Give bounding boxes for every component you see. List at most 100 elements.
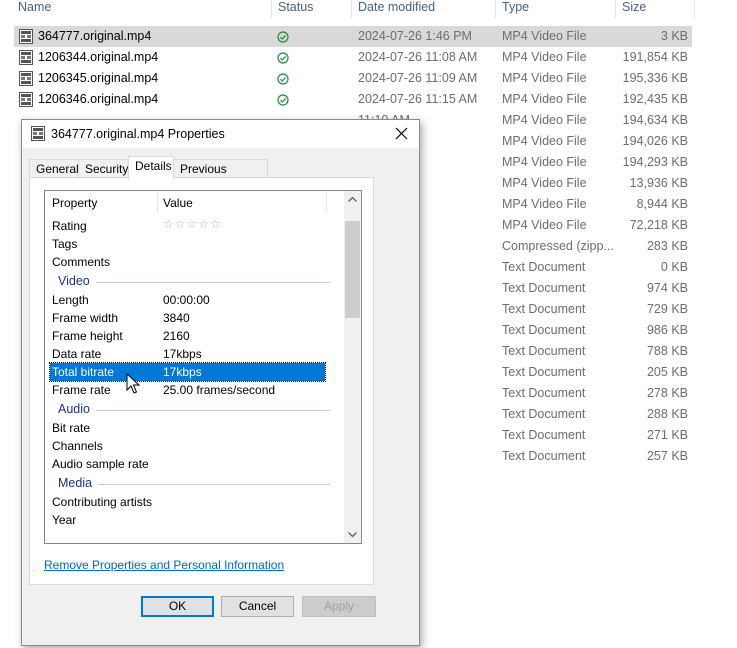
property-value: 17kbps [163,347,202,361]
cancel-button[interactable]: Cancel [221,596,294,617]
file-type: Text Document [502,344,586,358]
column-status[interactable]: Status [278,0,313,14]
apply-button[interactable]: Apply [302,596,376,617]
file-type: Text Document [502,428,586,442]
file-row[interactable]: 1206344.original.mp4 2024-07-26 11:08 AM M… [14,47,692,68]
sync-ok-icon [277,52,289,64]
video-file-icon [19,71,33,86]
property-value: 3840 [163,311,190,325]
property-row[interactable]: Frame height 2160 [50,327,325,345]
property-row[interactable]: Contributing artists [50,493,325,511]
file-type: MP4 Video File [502,29,587,43]
group-label: Audio [58,402,90,416]
file-type: Text Document [502,386,586,400]
property-row[interactable]: Channels [50,437,325,455]
file-type: MP4 Video File [502,71,587,85]
column-divider[interactable] [615,0,616,18]
property-row[interactable]: Total bitrate 17kbps [49,362,326,382]
column-divider[interactable] [271,0,272,18]
header-value[interactable]: Value [163,196,193,210]
file-type: MP4 Video File [502,197,587,211]
property-row[interactable]: Frame rate 25.00 frames/second [50,381,325,399]
column-type[interactable]: Type [502,0,529,14]
file-row[interactable]: 1206345.original.mp4 2024-07-26 11:09 AM M… [14,68,692,89]
file-size: 8,944 KB [636,197,688,211]
rating-stars[interactable]: ☆☆☆☆☆ [163,217,222,231]
tab-previous-versions[interactable]: Previous Versions [173,159,268,194]
property-name: Contributing artists [52,495,153,509]
file-name: 364777.original.mp4 [38,29,152,43]
property-value: 00:00:00 [163,293,210,307]
remove-properties-link[interactable]: Remove Properties and Personal Informati… [44,558,284,572]
column-divider[interactable] [326,193,327,213]
property-list[interactable]: Property Value Rating ☆☆☆☆☆ Tags Comments Vi… [44,190,362,544]
column-divider[interactable] [351,0,352,18]
dialog-title: 364777.original.mp4 Properties [51,127,225,141]
file-type: Text Document [502,260,586,274]
property-row[interactable]: Frame width 3840 [50,309,325,327]
scrollbar-thumb[interactable] [345,221,360,318]
file-type: MP4 Video File [502,155,587,169]
file-type: MP4 Video File [502,92,587,106]
file-size: 205 KB [646,365,688,379]
property-row[interactable]: Year [50,511,325,529]
dialog-titlebar[interactable]: 364777.original.mp4 Properties [22,120,419,148]
tab-details[interactable]: Details [128,156,174,179]
scroll-up-icon[interactable] [344,191,361,208]
property-row[interactable]: Audio sample rate [50,455,325,473]
file-size: 788 KB [646,344,688,358]
file-size: 729 KB [646,302,688,316]
file-size: 194,293 KB [622,155,688,169]
file-size: 195,336 KB [622,71,688,85]
file-type: Text Document [502,449,586,463]
property-row[interactable]: Data rate 17kbps [50,345,325,363]
property-value: 17kbps [163,365,202,379]
file-type: MP4 Video File [502,218,587,232]
property-row[interactable]: Bit rate [50,419,325,437]
ok-button[interactable]: OK [141,596,214,617]
property-row[interactable]: Length 00:00:00 [50,291,325,309]
property-row[interactable]: Tags [50,235,325,253]
group-divider [98,484,330,485]
column-header: Name Status Date modified Type Size [0,0,737,18]
column-size[interactable]: Size [622,0,646,14]
property-name: Channels [52,439,103,453]
file-date: 2024-07-26 1:46 PM [358,29,472,43]
property-row[interactable]: Rating ☆☆☆☆☆ [50,217,325,235]
file-size: 278 KB [646,386,688,400]
property-value: 25.00 frames/second [163,383,276,397]
column-divider[interactable] [694,0,695,18]
file-row[interactable]: 364777.original.mp4 2024-07-26 1:46 PM MP4… [14,26,692,47]
column-divider[interactable] [157,193,158,213]
mouse-cursor-icon [126,373,141,394]
property-name: Total bitrate [52,365,115,379]
file-size: 72,218 KB [629,218,688,232]
file-type: MP4 Video File [502,113,587,127]
sync-ok-icon [277,31,289,43]
file-type: MP4 Video File [502,176,587,190]
file-size: 986 KB [646,323,688,337]
property-name: Frame rate [52,383,111,397]
close-icon[interactable] [391,123,413,145]
property-row[interactable]: Comments [50,253,325,271]
column-divider[interactable] [495,0,496,18]
file-type: Compressed (zipp... [502,239,614,253]
header-property[interactable]: Property [52,196,97,210]
vertical-scrollbar[interactable] [344,191,361,543]
tab-general[interactable]: General [29,159,79,177]
column-date-modified[interactable]: Date modified [358,0,435,14]
group-divider [96,410,330,411]
file-size: 257 KB [646,449,688,463]
file-size: 191,854 KB [622,50,688,64]
sync-ok-icon [277,94,289,106]
property-list-header: Property Value [45,191,345,215]
column-name[interactable]: Name [18,0,51,14]
group-divider [96,282,330,283]
scroll-down-icon[interactable] [344,526,361,543]
sync-ok-icon [277,73,289,85]
file-row[interactable]: 1206346.original.mp4 2024-07-26 11:15 AM M… [14,89,692,110]
file-type: MP4 Video File [502,50,587,64]
tab-security[interactable]: Security [78,159,129,177]
property-name: Data rate [52,347,102,361]
group-header-media: Media [50,475,330,493]
